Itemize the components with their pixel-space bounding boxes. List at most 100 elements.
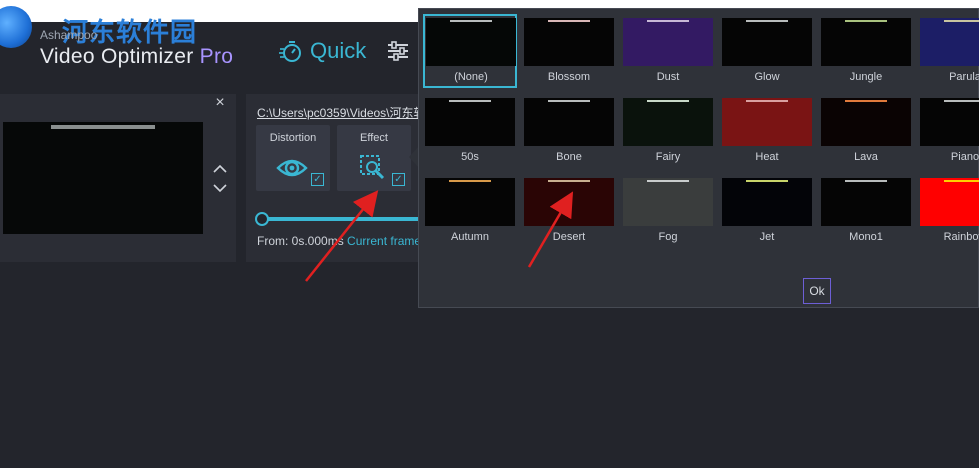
effect-option[interactable]: Rainbow: [920, 178, 979, 252]
eye-icon: [276, 159, 308, 177]
effect-thumbnail-caption: [449, 180, 491, 182]
effect-thumbnail-caption: [746, 180, 788, 182]
sliders-icon[interactable]: [387, 40, 409, 62]
distortion-label: Distortion: [269, 132, 317, 144]
effect-name: Bone: [556, 151, 582, 163]
effect-name: Lava: [854, 151, 878, 163]
effect-name: Jet: [759, 231, 775, 243]
effect-name: Autumn: [451, 231, 489, 243]
effect-brush-icon: [360, 155, 385, 180]
effect-thumbnail-caption: [548, 100, 590, 102]
app-title: Video Optimizer Pro: [40, 45, 233, 69]
timeline-slider-track[interactable]: [262, 217, 422, 221]
effect-thumbnail: [426, 18, 516, 66]
effect-thumbnail: [623, 18, 713, 66]
effect-option[interactable]: Autumn: [425, 178, 517, 252]
effect-option[interactable]: Lava: [821, 98, 913, 172]
video-caption-strip: [51, 125, 155, 129]
effect-name: 50s: [461, 151, 479, 163]
effect-option[interactable]: Glow: [722, 18, 814, 92]
effect-thumbnail-caption: [449, 100, 491, 102]
effect-option[interactable]: Dust: [623, 18, 715, 92]
effect-option[interactable]: Parula: [920, 18, 979, 92]
close-icon[interactable]: ×: [213, 95, 227, 111]
effect-option[interactable]: Fog: [623, 178, 715, 252]
effect-thumbnail-caption: [944, 100, 979, 102]
nav-quick-label: Quick: [310, 38, 367, 63]
app-title-pro: Pro: [199, 45, 234, 68]
effect-name: (None): [454, 71, 488, 83]
effect-option[interactable]: Bone: [524, 98, 616, 172]
effect-thumbnail: [821, 98, 911, 146]
ok-button[interactable]: Ok: [803, 278, 831, 304]
chevron-up-icon[interactable]: [212, 162, 228, 176]
effect-checkbox[interactable]: ✓: [392, 173, 405, 186]
brand-name: Ashampoo: [40, 28, 98, 42]
from-time-label: From: 0s.000ms Current frame: [257, 234, 421, 248]
distortion-checkbox[interactable]: ✓: [311, 173, 324, 186]
effect-option[interactable]: Jet: [722, 178, 814, 252]
effect-thumbnail: [524, 18, 614, 66]
effect-name: Parula: [949, 71, 979, 83]
effect-name: Glow: [754, 71, 780, 83]
file-path-link[interactable]: C:\Users\pc0359\Videos\河东软: [257, 104, 422, 121]
video-preview-thumbnail[interactable]: [3, 122, 203, 234]
effect-name: Fairy: [655, 151, 681, 163]
effect-option[interactable]: Desert: [524, 178, 616, 252]
effect-name: Blossom: [547, 71, 591, 83]
effect-name: Jungle: [849, 71, 883, 83]
effect-thumbnail-caption: [845, 20, 887, 22]
effect-option[interactable]: Heat: [722, 98, 814, 172]
effect-thumbnail: [425, 178, 515, 226]
effect-name: Fog: [658, 231, 678, 243]
effect-thumbnail: [821, 178, 911, 226]
effect-name: Desert: [552, 231, 586, 243]
effect-thumbnail: [920, 178, 979, 226]
effect-thumbnail: [920, 18, 979, 66]
effect-thumbnail: [821, 18, 911, 66]
effect-thumbnail: [524, 98, 614, 146]
effect-thumbnail-caption: [647, 180, 689, 182]
effect-name: Rainbow: [943, 231, 979, 243]
nav-quick-tab[interactable]: Quick: [278, 38, 366, 64]
from-time-value: From: 0s.000ms: [257, 234, 344, 248]
stopwatch-icon: [279, 41, 301, 62]
effect-name: Piano: [950, 151, 979, 163]
effect-thumbnail: [722, 178, 812, 226]
timeline-slider-handle[interactable]: [255, 212, 269, 226]
effect-option[interactable]: Fairy: [623, 98, 715, 172]
effect-label: Effect: [360, 132, 388, 144]
effect-name: Mono1: [849, 231, 883, 243]
effect-thumbnail-caption: [548, 20, 590, 22]
effect-option[interactable]: Blossom: [524, 18, 616, 92]
effect-tool-card[interactable]: Effect ✓: [337, 125, 411, 191]
distortion-tool-card[interactable]: Distortion ✓: [256, 125, 330, 191]
current-frame-link[interactable]: Current frame: [347, 234, 421, 248]
effect-thumbnail-caption: [845, 180, 887, 182]
effect-name: Dust: [656, 71, 680, 83]
effect-thumbnail-caption: [845, 100, 887, 102]
app-title-main: Video Optimizer: [40, 45, 200, 68]
effect-option[interactable]: Jungle: [821, 18, 913, 92]
effect-thumbnail-caption: [944, 180, 979, 182]
effect-name: Heat: [755, 151, 779, 163]
effect-thumbnail: [524, 178, 614, 226]
effect-option[interactable]: (None): [423, 14, 517, 88]
effect-thumbnail: [623, 178, 713, 226]
effect-option[interactable]: Piano: [920, 98, 979, 172]
effect-option[interactable]: 50s: [425, 98, 517, 172]
effect-thumbnail-caption: [647, 100, 689, 102]
effect-thumbnail: [920, 98, 979, 146]
effect-thumbnail: [425, 98, 515, 146]
effect-thumbnail-caption: [450, 20, 492, 22]
effect-thumbnail: [722, 18, 812, 66]
effect-thumbnail: [623, 98, 713, 146]
effect-thumbnail-caption: [647, 20, 689, 22]
effect-option[interactable]: Mono1: [821, 178, 913, 252]
effect-thumbnail-caption: [746, 20, 788, 22]
effect-thumbnail-caption: [548, 180, 590, 182]
effect-thumbnail-caption: [944, 20, 979, 22]
chevron-down-icon[interactable]: [212, 181, 228, 195]
effect-thumbnail: [722, 98, 812, 146]
effect-thumbnail-caption: [746, 100, 788, 102]
